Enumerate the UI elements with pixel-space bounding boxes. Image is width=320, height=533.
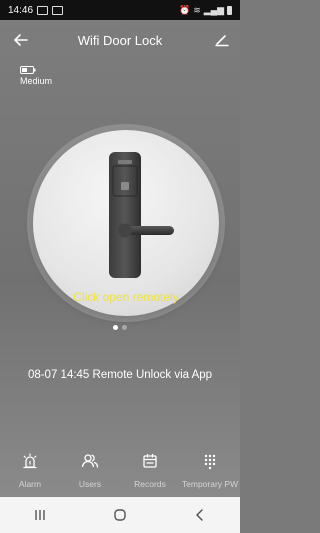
alarm-bell-icon — [23, 453, 37, 469]
notification-icon — [52, 5, 64, 15]
battery-level-label: Medium — [20, 76, 53, 86]
tab-label: Temporary PW — [181, 479, 239, 489]
home-icon — [114, 509, 126, 521]
tab-alarm[interactable]: Alarm — [0, 440, 60, 497]
battery-icon — [227, 5, 232, 15]
back-button[interactable] — [180, 503, 220, 527]
recents-icon — [35, 510, 45, 520]
tab-temporary-pw[interactable]: Temporary PW — [180, 440, 240, 497]
status-bar: 14:46 ⏰ ≋ ▂▄▆ — [0, 0, 240, 20]
latest-record: 08-07 14:45 Remote Unlock via App — [27, 369, 213, 381]
calendar-icon — [143, 453, 157, 468]
unlock-prompt: Click open remotely — [73, 290, 179, 304]
back-icon — [196, 509, 203, 521]
wifi-icon: ≋ — [193, 4, 201, 15]
page-title: Wifi Door Lock — [77, 33, 163, 48]
tab-users[interactable]: Users — [60, 440, 120, 497]
page-indicator — [0, 325, 240, 330]
alarm-icon: ⏰ — [179, 4, 191, 15]
page-dot — [113, 325, 118, 330]
tab-label: Alarm — [18, 479, 42, 489]
keypad-icon — [204, 454, 216, 470]
back-arrow-icon[interactable] — [12, 31, 30, 49]
main-screen: Wifi Door Lock Medium Click open remotel… — [0, 20, 240, 497]
remote-unlock-button[interactable]: Click open remotely — [33, 130, 219, 316]
battery-icon — [20, 66, 36, 74]
tab-label: Records — [134, 479, 166, 489]
tab-label: Users — [78, 479, 102, 489]
gallery-icon — [37, 5, 49, 15]
users-icon — [81, 454, 99, 468]
home-button[interactable] — [100, 503, 140, 527]
recents-button[interactable] — [20, 503, 60, 527]
app-bar: Wifi Door Lock — [0, 20, 240, 62]
bottom-tab-bar: Alarm Users Records Temporary PW — [0, 440, 240, 497]
page-dot — [122, 325, 127, 330]
system-nav-bar — [0, 497, 240, 533]
edit-pencil-icon[interactable] — [214, 31, 230, 47]
signal-icon: ▂▄▆ — [203, 4, 224, 15]
battery-status: Medium — [20, 66, 52, 86]
tab-records[interactable]: Records — [120, 440, 180, 497]
status-time: 14:46 — [8, 4, 34, 16]
door-lock-icon — [109, 152, 174, 278]
